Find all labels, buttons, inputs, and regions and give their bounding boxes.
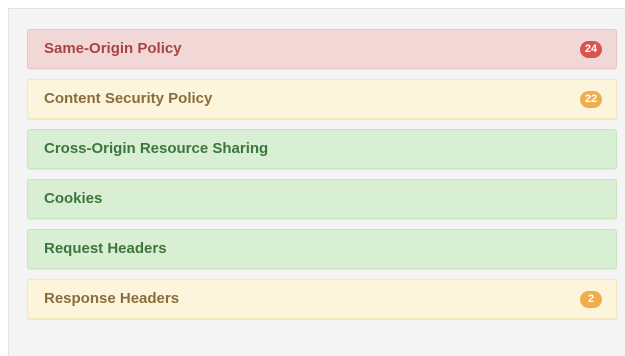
category-label: Content Security Policy: [44, 90, 213, 107]
category-item-response-headers[interactable]: Response Headers 2: [27, 279, 617, 319]
category-label: Same-Origin Policy: [44, 40, 182, 57]
category-item-same-origin-policy[interactable]: Same-Origin Policy 24: [27, 29, 617, 69]
category-item-cross-origin-resource-sharing[interactable]: Cross-Origin Resource Sharing: [27, 129, 617, 169]
category-label: Request Headers: [44, 240, 167, 257]
issue-count-badge: 2: [580, 291, 602, 308]
category-item-content-security-policy[interactable]: Content Security Policy 22: [27, 79, 617, 119]
category-item-cookies[interactable]: Cookies: [27, 179, 617, 219]
issue-count-badge: 24: [580, 41, 602, 58]
results-panel: Same-Origin Policy 24 Content Security P…: [8, 8, 625, 356]
issue-count-badge: 22: [580, 91, 602, 108]
category-label: Cross-Origin Resource Sharing: [44, 140, 269, 157]
category-label: Cookies: [44, 190, 103, 207]
category-list: Same-Origin Policy 24 Content Security P…: [27, 29, 617, 329]
category-item-request-headers[interactable]: Request Headers: [27, 229, 617, 269]
category-label: Response Headers: [44, 290, 180, 307]
